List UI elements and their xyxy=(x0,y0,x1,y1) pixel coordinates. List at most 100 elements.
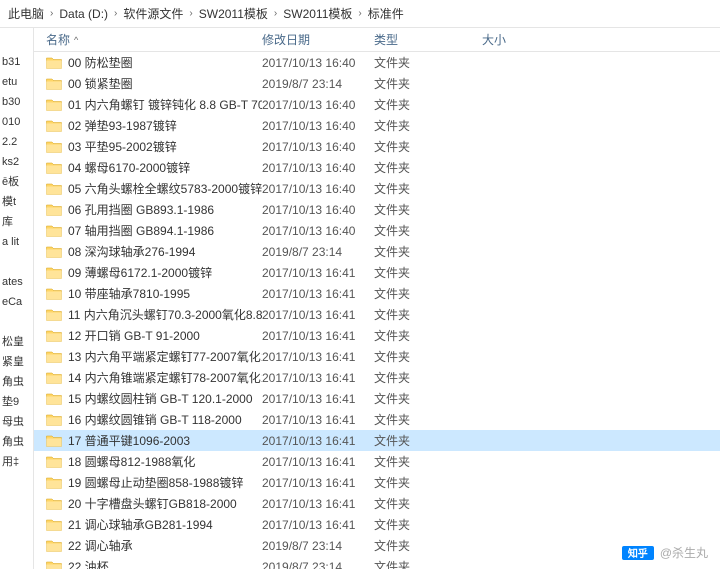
file-list[interactable]: 00 防松垫圈2017/10/13 16:40文件夹00 锁紧垫圈2019/8/… xyxy=(34,52,720,569)
file-type-cell: 文件夹 xyxy=(374,516,482,533)
file-row[interactable]: 00 锁紧垫圈2019/8/7 23:14文件夹 xyxy=(34,73,720,94)
file-name-cell[interactable]: 13 内六角平端紧定螺钉77-2007氧化12.9 xyxy=(34,348,262,365)
file-name-label: 06 孔用挡圈 GB893.1-1986 xyxy=(68,201,214,218)
sidebar-item[interactable]: 紧皇 xyxy=(0,352,33,372)
file-row[interactable]: 22 调心轴承2019/8/7 23:14文件夹 xyxy=(34,535,720,556)
column-header-type[interactable]: 类型 xyxy=(374,31,482,48)
column-header-name[interactable]: 名称 ^ xyxy=(34,31,262,48)
file-name-cell[interactable]: 03 平垫95-2002镀锌 xyxy=(34,138,262,155)
sidebar-item[interactable]: 模t xyxy=(0,192,33,212)
file-row[interactable]: 09 薄螺母6172.1-2000镀锌2017/10/13 16:41文件夹 xyxy=(34,262,720,283)
file-name-label: 11 内六角沉头螺钉70.3-2000氧化8.8 xyxy=(68,306,262,323)
breadcrumb-segment[interactable]: Data (D:) xyxy=(59,7,108,21)
file-row[interactable]: 19 圆螺母止动垫圈858-1988镀锌2017/10/13 16:41文件夹 xyxy=(34,472,720,493)
file-name-cell[interactable]: 02 弹垫93-1987镀锌 xyxy=(34,117,262,134)
column-header-row[interactable]: 名称 ^ 修改日期 类型 大小 xyxy=(34,28,720,52)
column-header-size[interactable]: 大小 xyxy=(482,31,582,48)
file-name-cell[interactable]: 16 内螺纹圆锥销 GB-T 118-2000 xyxy=(34,411,262,428)
file-name-cell[interactable]: 01 内六角螺钉 镀锌钝化 8.8 GB-T 70.1... xyxy=(34,96,262,113)
file-row[interactable]: 01 内六角螺钉 镀锌钝化 8.8 GB-T 70.1...2017/10/13… xyxy=(34,94,720,115)
sidebar-item[interactable]: 垫9 xyxy=(0,392,33,412)
file-date-cell: 2017/10/13 16:41 xyxy=(262,266,374,280)
file-name-cell[interactable]: 19 圆螺母止动垫圈858-1988镀锌 xyxy=(34,474,262,491)
file-name-cell[interactable]: 05 六角头螺栓全螺纹5783-2000镀锌8.8 xyxy=(34,180,262,197)
file-row[interactable]: 04 螺母6170-2000镀锌2017/10/13 16:40文件夹 xyxy=(34,157,720,178)
file-name-label: 01 内六角螺钉 镀锌钝化 8.8 GB-T 70.1... xyxy=(68,96,262,113)
sidebar-item[interactable]: 母虫 xyxy=(0,412,33,432)
column-header-date[interactable]: 修改日期 xyxy=(262,31,374,48)
sidebar-item[interactable]: 角虫 xyxy=(0,372,33,392)
chevron-right-icon: › xyxy=(112,8,119,19)
file-name-cell[interactable]: 17 普通平键1096-2003 xyxy=(34,432,262,449)
file-row[interactable]: 05 六角头螺栓全螺纹5783-2000镀锌8.82017/10/13 16:4… xyxy=(34,178,720,199)
file-name-cell[interactable]: 04 螺母6170-2000镀锌 xyxy=(34,159,262,176)
file-row[interactable]: 03 平垫95-2002镀锌2017/10/13 16:40文件夹 xyxy=(34,136,720,157)
file-name-cell[interactable]: 12 开口销 GB-T 91-2000 xyxy=(34,327,262,344)
file-name-cell[interactable]: 18 圆螺母812-1988氧化 xyxy=(34,453,262,470)
file-name-cell[interactable]: 11 内六角沉头螺钉70.3-2000氧化8.8 xyxy=(34,306,262,323)
file-name-cell[interactable]: 22 调心轴承 xyxy=(34,537,262,554)
file-row[interactable]: 10 带座轴承7810-19952017/10/13 16:41文件夹 xyxy=(34,283,720,304)
breadcrumb[interactable]: 此电脑›Data (D:)›软件源文件›SW2011模板›SW2011模板›标准… xyxy=(0,0,720,28)
chevron-right-icon: › xyxy=(356,8,363,19)
folder-icon xyxy=(46,203,62,216)
file-row[interactable]: 07 轴用挡圈 GB894.1-19862017/10/13 16:40文件夹 xyxy=(34,220,720,241)
file-name-cell[interactable]: 10 带座轴承7810-1995 xyxy=(34,285,262,302)
file-type-cell: 文件夹 xyxy=(374,432,482,449)
file-row[interactable]: 11 内六角沉头螺钉70.3-2000氧化8.82017/10/13 16:41… xyxy=(34,304,720,325)
file-row[interactable]: 00 防松垫圈2017/10/13 16:40文件夹 xyxy=(34,52,720,73)
breadcrumb-segment[interactable]: SW2011模板 xyxy=(199,5,268,22)
file-name-label: 08 深沟球轴承276-1994 xyxy=(68,243,195,260)
file-row[interactable]: 22 油杯2019/8/7 23:14文件夹 xyxy=(34,556,720,569)
sidebar-item[interactable]: b30 xyxy=(0,92,33,112)
file-name-cell[interactable]: 08 深沟球轴承276-1994 xyxy=(34,243,262,260)
sidebar-item[interactable] xyxy=(0,252,33,272)
file-row[interactable]: 17 普通平键1096-20032017/10/13 16:41文件夹 xyxy=(34,430,720,451)
sidebar-item[interactable]: ks2 xyxy=(0,152,33,172)
breadcrumb-segment[interactable]: 标准件 xyxy=(368,5,404,22)
file-name-cell[interactable]: 15 内螺纹圆柱销 GB-T 120.1-2000 xyxy=(34,390,262,407)
file-name-cell[interactable]: 07 轴用挡圈 GB894.1-1986 xyxy=(34,222,262,239)
sidebar-item[interactable]: 角虫 xyxy=(0,432,33,452)
file-name-cell[interactable]: 06 孔用挡圈 GB893.1-1986 xyxy=(34,201,262,218)
file-type-cell: 文件夹 xyxy=(374,369,482,386)
sidebar-nav[interactable]: b31etub300102.2ks2ē板模t库a litateseCa松皇紧皇角… xyxy=(0,28,34,569)
sidebar-item[interactable]: 010 xyxy=(0,112,33,132)
sidebar-item[interactable] xyxy=(0,312,33,332)
sidebar-item[interactable]: 松皇 xyxy=(0,332,33,352)
sidebar-item[interactable]: 库 xyxy=(0,212,33,232)
file-row[interactable]: 20 十字槽盘头螺钉GB818-20002017/10/13 16:41文件夹 xyxy=(34,493,720,514)
file-row[interactable]: 12 开口销 GB-T 91-20002017/10/13 16:41文件夹 xyxy=(34,325,720,346)
file-name-cell[interactable]: 21 调心球轴承GB281-1994 xyxy=(34,516,262,533)
file-row[interactable]: 13 内六角平端紧定螺钉77-2007氧化12.92017/10/13 16:4… xyxy=(34,346,720,367)
sidebar-item[interactable]: 2.2 xyxy=(0,132,33,152)
file-type-cell: 文件夹 xyxy=(374,558,482,569)
breadcrumb-segment[interactable]: 软件源文件 xyxy=(123,5,183,22)
file-row[interactable]: 21 调心球轴承GB281-19942017/10/13 16:41文件夹 xyxy=(34,514,720,535)
file-row[interactable]: 02 弹垫93-1987镀锌2017/10/13 16:40文件夹 xyxy=(34,115,720,136)
file-name-cell[interactable]: 14 内六角锥端紧定螺钉78-2007氧化12.9 xyxy=(34,369,262,386)
sidebar-item[interactable]: a lit xyxy=(0,232,33,252)
file-row[interactable]: 14 内六角锥端紧定螺钉78-2007氧化12.92017/10/13 16:4… xyxy=(34,367,720,388)
file-row[interactable]: 06 孔用挡圈 GB893.1-19862017/10/13 16:40文件夹 xyxy=(34,199,720,220)
file-date-cell: 2017/10/13 16:41 xyxy=(262,455,374,469)
file-type-cell: 文件夹 xyxy=(374,306,482,323)
file-name-cell[interactable]: 22 油杯 xyxy=(34,558,262,569)
sidebar-item[interactable]: 用‡ xyxy=(0,452,33,472)
file-type-cell: 文件夹 xyxy=(374,390,482,407)
file-name-cell[interactable]: 00 防松垫圈 xyxy=(34,54,262,71)
sidebar-item[interactable]: eCa xyxy=(0,292,33,312)
file-row[interactable]: 16 内螺纹圆锥销 GB-T 118-20002017/10/13 16:41文… xyxy=(34,409,720,430)
sidebar-item[interactable]: ē板 xyxy=(0,172,33,192)
file-name-cell[interactable]: 00 锁紧垫圈 xyxy=(34,75,262,92)
breadcrumb-segment[interactable]: 此电脑 xyxy=(8,5,44,22)
sidebar-item[interactable]: ates xyxy=(0,272,33,292)
sidebar-item[interactable]: etu xyxy=(0,72,33,92)
file-name-cell[interactable]: 20 十字槽盘头螺钉GB818-2000 xyxy=(34,495,262,512)
file-row[interactable]: 18 圆螺母812-1988氧化2017/10/13 16:41文件夹 xyxy=(34,451,720,472)
file-row[interactable]: 15 内螺纹圆柱销 GB-T 120.1-20002017/10/13 16:4… xyxy=(34,388,720,409)
sidebar-item[interactable]: b31 xyxy=(0,52,33,72)
breadcrumb-segment[interactable]: SW2011模板 xyxy=(283,5,352,22)
file-row[interactable]: 08 深沟球轴承276-19942019/8/7 23:14文件夹 xyxy=(34,241,720,262)
file-name-cell[interactable]: 09 薄螺母6172.1-2000镀锌 xyxy=(34,264,262,281)
